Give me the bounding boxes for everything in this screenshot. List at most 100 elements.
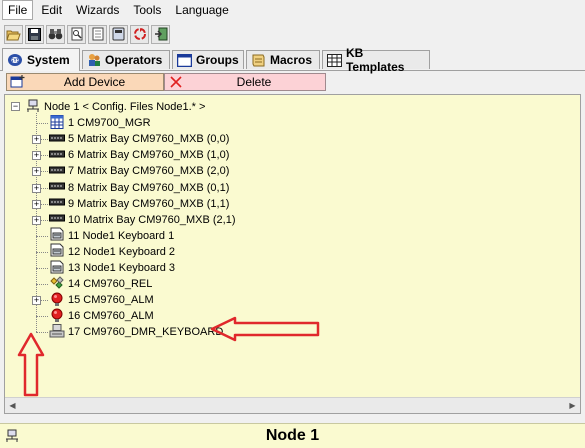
tree-connector [36, 251, 48, 253]
menu-wizards[interactable]: Wizards [70, 0, 125, 20]
matrix-bay-icon [49, 195, 68, 212]
tab-label: Groups [196, 53, 239, 67]
tree-item[interactable]: 16 CM9760_ALM [49, 308, 154, 324]
tab-system[interactable]: SYS System [2, 48, 80, 71]
tree-connector [36, 332, 48, 334]
expand-icon[interactable]: + [32, 199, 41, 209]
menu-bar: File Edit Wizards Tools Language [0, 0, 585, 20]
tree-item-label: 12 Node1 Keyboard 2 [68, 245, 176, 258]
horizontal-scrollbar[interactable]: ◀ ▶ [5, 397, 580, 413]
scroll-right-icon[interactable]: ▶ [565, 398, 580, 413]
tree-item-label: 15 CM9760_ALM [68, 294, 154, 307]
tree-item[interactable]: 17 CM9760_DMR_KEYBOARD [49, 323, 224, 341]
matrix-bay-icon [49, 179, 68, 196]
menu-tools[interactable]: Tools [127, 0, 167, 20]
tree-item[interactable]: 14 CM9760_REL [49, 275, 153, 293]
keyboard-doc-icon [49, 243, 68, 260]
open-folder-icon[interactable] [4, 24, 23, 44]
keyboard-doc-icon [49, 227, 68, 244]
tree-item[interactable]: 6 Matrix Bay CM9760_MXB (1,0) [49, 147, 229, 163]
device-tree[interactable]: − Node 1 < Config. Files Node1.* > 1 CM970… [4, 94, 581, 414]
tab-label: System [27, 53, 70, 67]
system-icon: SYS [8, 54, 22, 66]
device-floppy-icon[interactable] [109, 24, 128, 44]
alarm-icon [49, 292, 68, 309]
expand-icon[interactable]: + [32, 135, 41, 145]
manager-grid-icon [49, 114, 68, 132]
toolbar [0, 22, 585, 46]
tree-item-label: 14 CM9760_REL [68, 278, 153, 291]
tree-connector [36, 235, 48, 237]
expand-icon[interactable]: + [32, 215, 41, 225]
menu-file[interactable]: File [2, 0, 34, 20]
tree-item-label: 17 CM9760_DMR_KEYBOARD [68, 326, 224, 339]
tree-item[interactable]: 15 CM9760_ALM [49, 292, 154, 308]
binoculars-icon[interactable] [46, 24, 65, 44]
svg-text:SYS: SYS [10, 58, 21, 64]
tree-item-label: 5 Matrix Bay CM9760_MXB (0,0) [68, 133, 230, 146]
matrix-bay-icon [49, 211, 68, 228]
print-preview-icon[interactable] [67, 24, 86, 44]
keyboard-doc-icon [49, 260, 68, 277]
relay-icon [49, 275, 68, 293]
kb-templates-icon [327, 53, 342, 67]
tab-label: Macros [270, 53, 313, 67]
tree-item[interactable]: 10 Matrix Bay CM9760_MXB (2,1) [49, 212, 236, 228]
tree-item[interactable]: 13 Node1 Keyboard 3 [49, 260, 175, 276]
recycle-icon[interactable] [130, 24, 149, 44]
network-node-icon [25, 99, 44, 116]
tree-item-label: 11 Node1 Keyboard 1 [68, 229, 175, 242]
matrix-bay-icon [49, 163, 68, 180]
tree-item[interactable]: 7 Matrix Bay CM9760_MXB (2,0) [49, 163, 229, 179]
status-title: Node 1 [265, 427, 320, 444]
collapse-icon[interactable]: − [11, 102, 20, 111]
add-device-label: Add Device [63, 75, 126, 89]
tree-item[interactable]: 5 Matrix Bay CM9760_MXB (0,0) [49, 131, 229, 147]
tab-operators[interactable]: Operators [82, 50, 170, 69]
tree-item-label: 6 Matrix Bay CM9760_MXB (1,0) [68, 149, 230, 162]
tree-item-label: 8 Matrix Bay CM9760_MXB (0,1) [68, 181, 230, 194]
tree-item-label: 16 CM9760_ALM [68, 310, 154, 323]
menu-edit[interactable]: Edit [35, 0, 68, 20]
tree-root-node[interactable]: − Node 1 < Config. Files Node1.* > [11, 99, 206, 116]
delete-x-icon [170, 76, 182, 88]
tree-item-label: 13 Node1 Keyboard 3 [68, 262, 176, 274]
menu-language[interactable]: Language [169, 0, 234, 20]
expand-icon[interactable]: + [32, 151, 41, 161]
add-device-button[interactable]: Add Device [6, 73, 164, 91]
tree-connector [36, 268, 48, 269]
tree-item[interactable]: 12 Node1 Keyboard 2 [49, 243, 176, 260]
expand-icon[interactable]: + [32, 167, 41, 177]
tree-item[interactable]: 8 Matrix Bay CM9760_MXB (0,1) [49, 180, 229, 196]
save-disk-icon[interactable] [25, 24, 44, 44]
operators-icon [89, 54, 100, 66]
tree-connector [36, 284, 48, 286]
tree-item-label: 1 CM9700_MGR [68, 117, 151, 130]
tree-item-label: 7 Matrix Bay CM9760_MXB (2,0) [68, 165, 230, 178]
tab-groups[interactable]: Groups [172, 50, 244, 69]
tab-label: Operators [105, 53, 163, 67]
tree-item[interactable]: 1 CM9700_MGR [49, 114, 151, 132]
tab-macros[interactable]: Macros [246, 50, 320, 69]
expand-icon[interactable]: + [32, 183, 41, 193]
tree-item[interactable]: 11 Node1 Keyboard 1 [49, 227, 175, 244]
dmr-keyboard-icon [49, 323, 68, 341]
alarm-icon [49, 308, 68, 325]
action-bar: Add Device Delete [6, 73, 326, 91]
scroll-left-icon[interactable]: ◀ [5, 398, 20, 413]
matrix-bay-icon [49, 147, 68, 164]
page-icon[interactable] [88, 24, 107, 44]
delete-button[interactable]: Delete [164, 73, 326, 91]
tab-kb-templates[interactable]: KB Templates [322, 46, 430, 74]
tab-label: KB Templates [345, 46, 405, 74]
tree-item-label: 10 Matrix Bay CM9760_MXB (2,1) [68, 213, 236, 226]
groups-icon [177, 53, 192, 67]
exit-door-icon[interactable] [151, 24, 170, 44]
tree-item-label: 9 Matrix Bay CM9760_MXB (1,1) [68, 197, 230, 210]
add-device-icon [10, 75, 25, 88]
tree-root-label: Node 1 < Config. Files Node1.* > [44, 101, 206, 113]
tree-item[interactable]: 9 Matrix Bay CM9760_MXB (1,1) [49, 196, 229, 212]
tree-connector [36, 316, 48, 318]
delete-label: Delete [236, 75, 272, 89]
expand-icon[interactable]: + [32, 296, 41, 306]
